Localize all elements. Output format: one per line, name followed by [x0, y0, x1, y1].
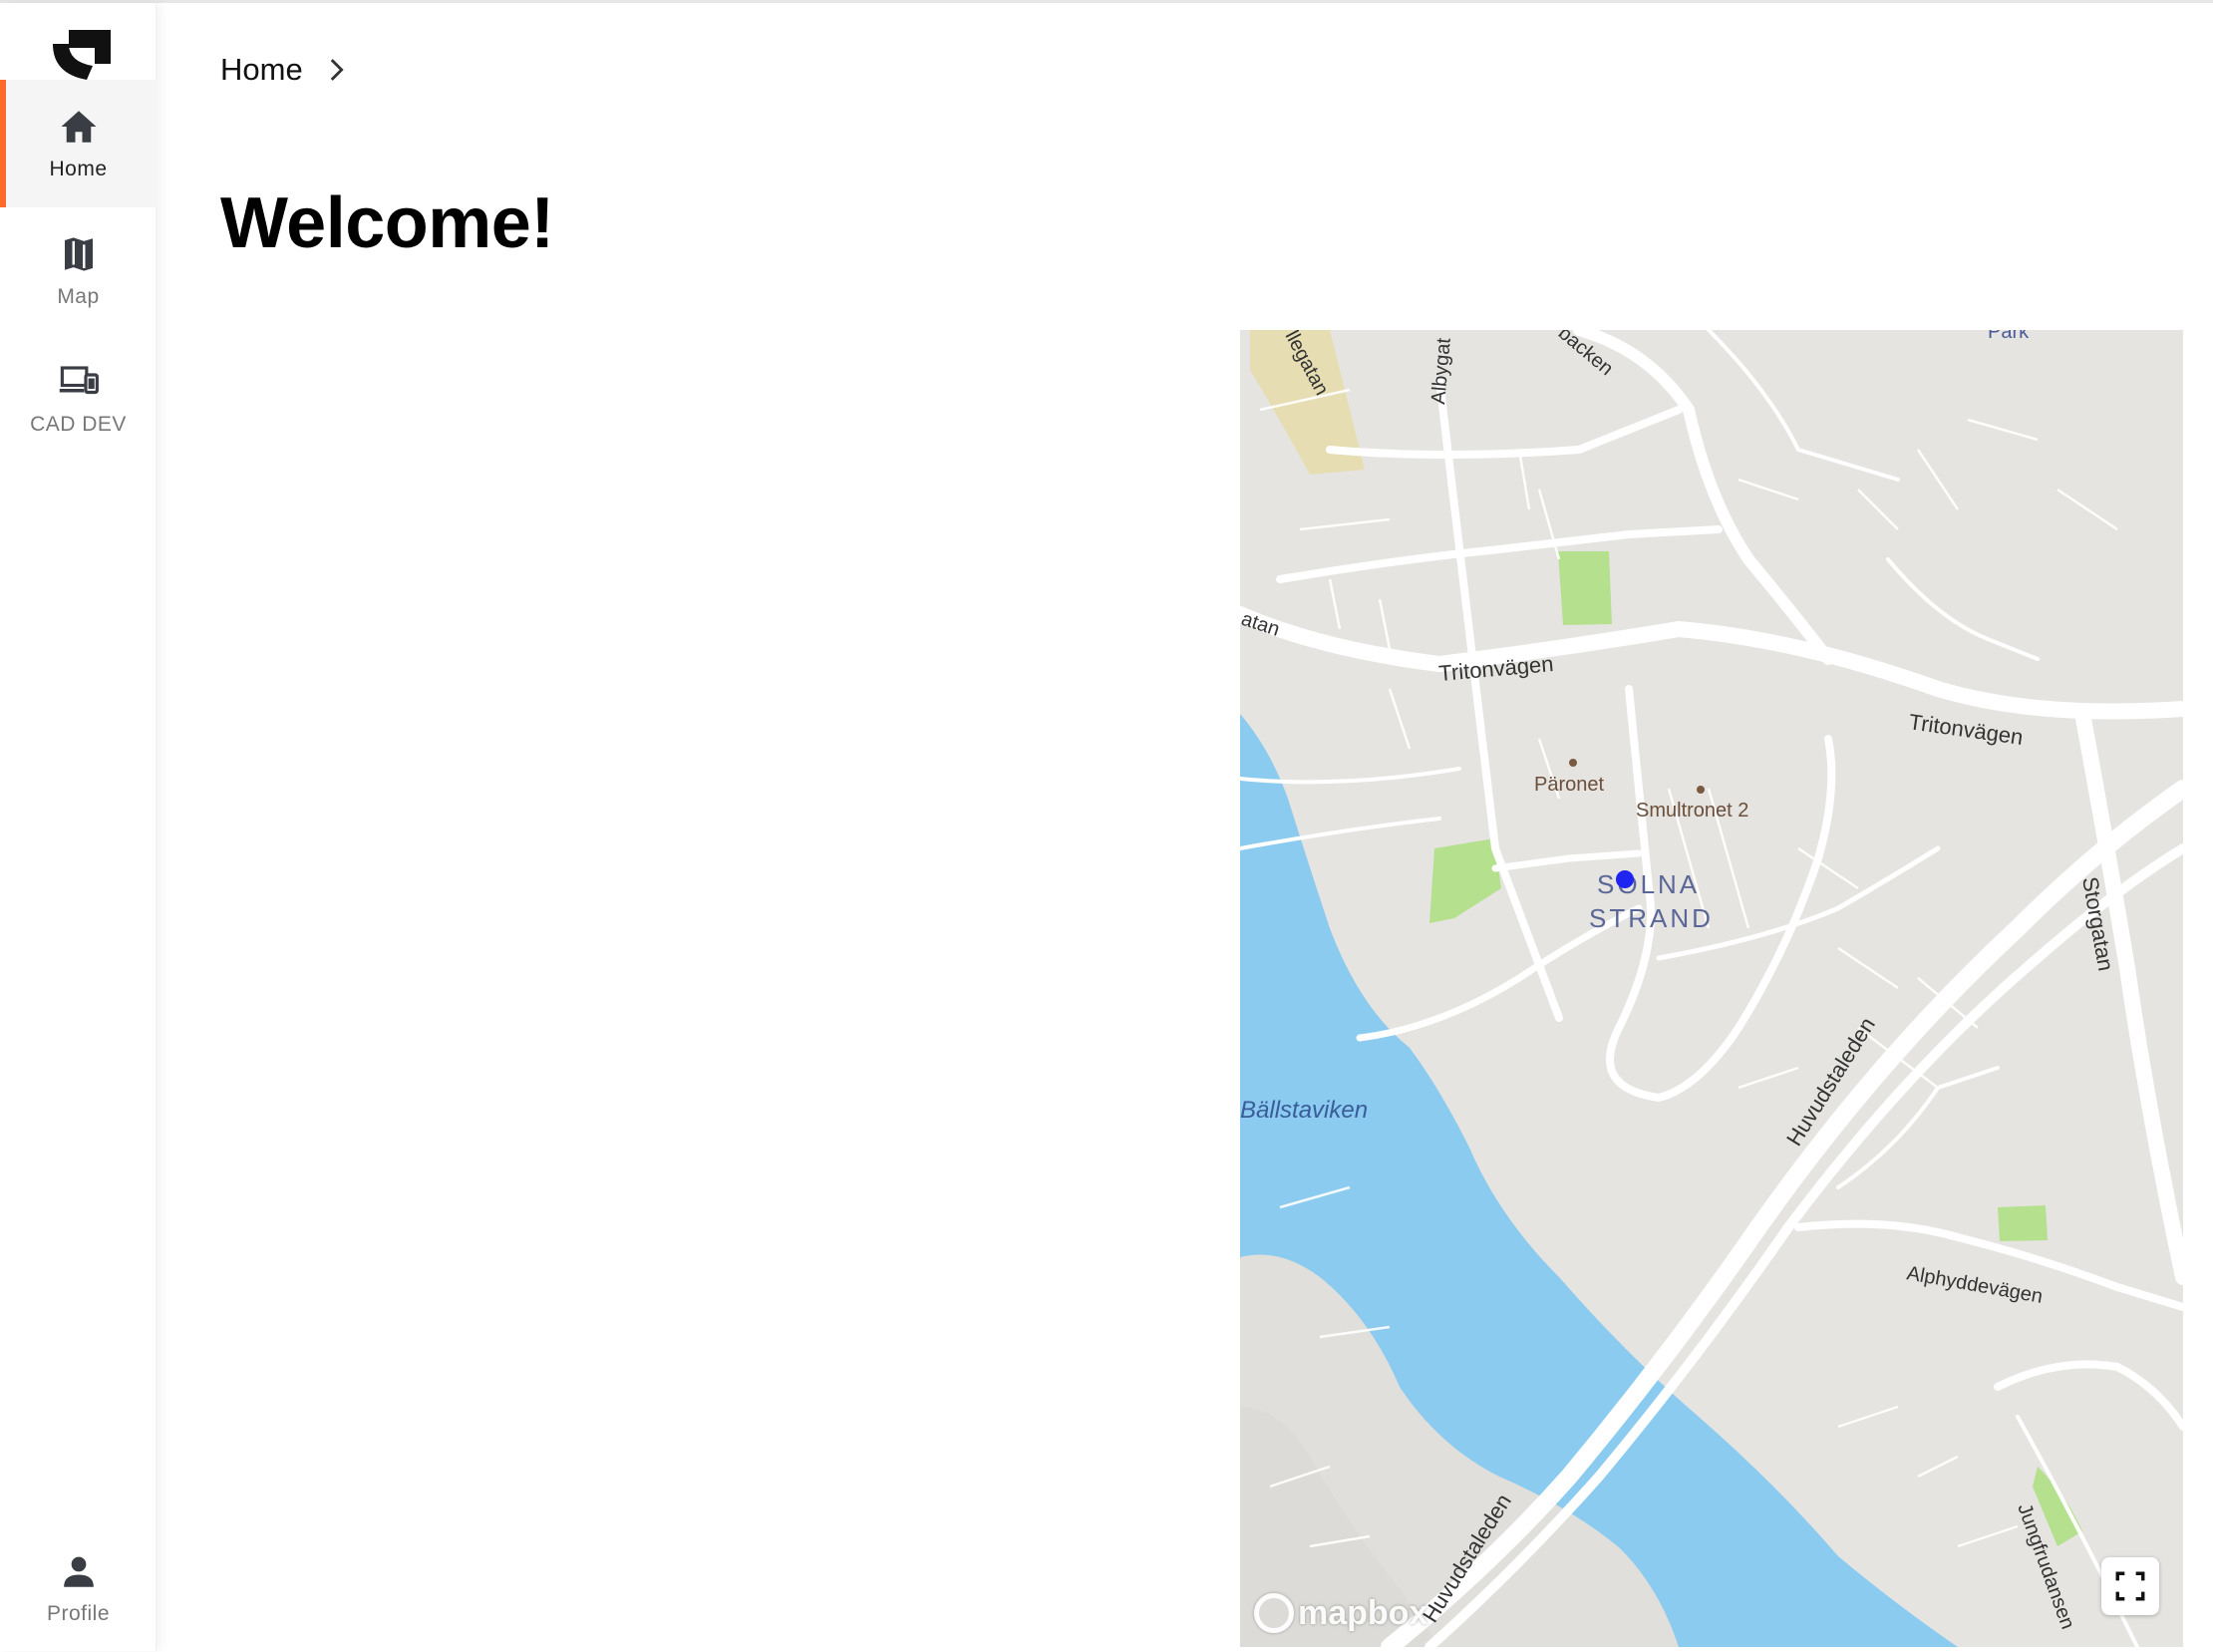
mapbox-icon: [1254, 1593, 1294, 1633]
sidebar-item-home[interactable]: Home: [0, 80, 157, 207]
fullscreen-icon: [2115, 1571, 2145, 1601]
person-icon: [63, 1556, 94, 1587]
location-marker[interactable]: [1616, 870, 1634, 888]
breadcrumb: Home: [220, 52, 353, 88]
sidebar: Home Map CAD DEV Profile: [0, 3, 157, 1651]
top-border: [0, 0, 2213, 3]
poi-label-smultronet: Smultronet 2: [1636, 800, 1748, 822]
mapbox-wordmark: mapbox: [1298, 1593, 1428, 1632]
map-view[interactable]: Tritonvägen Tritonvägen Storgatan Huvuds…: [1240, 330, 2183, 1647]
home-icon: [61, 111, 96, 143]
sidebar-item-label: Profile: [46, 1602, 111, 1625]
poi-label-paronet: Päronet: [1534, 774, 1604, 796]
sidebar-item-cad-dev[interactable]: CAD DEV: [0, 335, 157, 463]
sidebar-item-label: Home: [49, 158, 108, 180]
sidebar-item-label: CAD DEV: [30, 413, 127, 436]
sidebar-item-map[interactable]: Map: [0, 207, 157, 335]
devices-icon: [59, 366, 99, 395]
water-label-ballstaviken: Bällstaviken: [1240, 1097, 1368, 1124]
area-label-solna: SOLNA: [1597, 869, 1700, 899]
sidebar-item-profile[interactable]: Profile: [0, 1524, 157, 1652]
fullscreen-button[interactable]: [2101, 1557, 2159, 1615]
sidebar-item-label: Map: [57, 285, 100, 308]
page-title: Welcome!: [220, 183, 554, 263]
poi-marker-paronet: [1569, 759, 1577, 767]
area-label-strand: STRAND: [1589, 903, 1714, 933]
chevron-right-icon: [330, 59, 344, 81]
mapbox-attribution-logo[interactable]: mapbox: [1254, 1593, 1427, 1633]
breadcrumb-item-home[interactable]: Home: [220, 52, 303, 88]
park-label-top: Park: [1988, 330, 2030, 343]
map-icon: [64, 237, 93, 271]
map-canvas[interactable]: Tritonvägen Tritonvägen Storgatan Huvuds…: [1240, 330, 2183, 1647]
poi-marker-smultronet: [1697, 786, 1705, 794]
